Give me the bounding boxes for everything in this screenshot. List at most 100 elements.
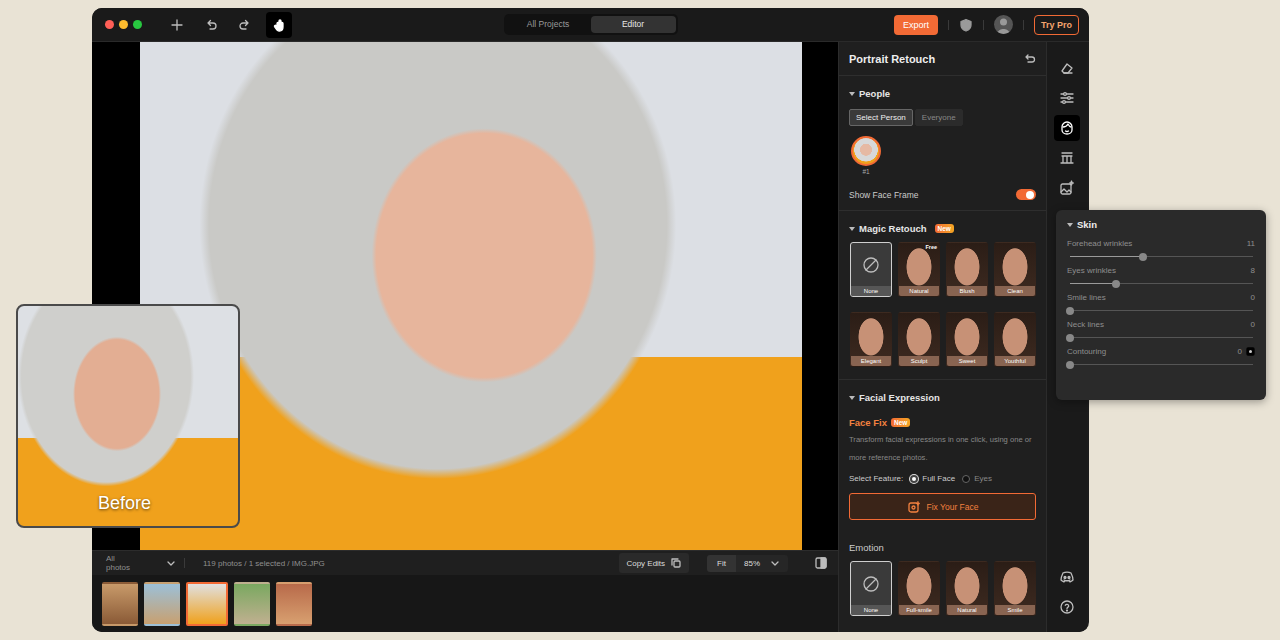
undo-icon[interactable] — [204, 18, 218, 32]
preset-card[interactable]: Natural — [946, 561, 988, 616]
eraser-icon[interactable] — [1059, 60, 1075, 76]
discord-button[interactable] — [1054, 564, 1080, 590]
zoom-button[interactable] — [133, 20, 142, 29]
adjust-sliders-icon[interactable] — [1059, 90, 1075, 106]
redo-button[interactable] — [232, 12, 258, 38]
undo-button[interactable] — [198, 12, 224, 38]
hand-button[interactable] — [266, 12, 292, 38]
slider-track[interactable] — [1070, 310, 1253, 311]
button-label[interactable]: Fix Your Face — [927, 502, 979, 512]
hand-icon[interactable] — [272, 18, 286, 32]
face-frame-toggle[interactable] — [1016, 189, 1036, 200]
rail-tool[interactable] — [1054, 55, 1080, 81]
section-header[interactable]: Skin — [1067, 219, 1255, 230]
zoom-value[interactable]: 85% — [744, 559, 760, 568]
preset-label[interactable]: None — [851, 286, 891, 296]
slider-track[interactable] — [1070, 337, 1253, 338]
compare-button[interactable] — [814, 556, 828, 570]
redo-icon[interactable] — [238, 18, 252, 32]
export-button[interactable]: Export — [894, 15, 938, 35]
rail-tool[interactable] — [1054, 175, 1080, 201]
add-button[interactable] — [164, 12, 190, 38]
help-icon[interactable] — [1059, 599, 1075, 615]
preset-label[interactable]: Youthful — [995, 356, 1035, 366]
preset-label[interactable]: Full-smile — [899, 605, 939, 615]
skin-title[interactable]: Skin — [1077, 219, 1097, 230]
tab-label[interactable]: All Projects — [527, 19, 570, 29]
filmstrip-thumbnail[interactable] — [234, 582, 270, 626]
filmstrip-thumbnail[interactable] — [276, 582, 312, 626]
preset-label[interactable]: Sculpt — [899, 356, 939, 366]
view-tab[interactable]: All Projects — [506, 16, 591, 33]
slider-thumb[interactable] — [1112, 280, 1120, 288]
preset-label[interactable]: Smile — [995, 605, 1035, 615]
try-pro-button[interactable]: Try Pro — [1034, 15, 1079, 35]
preset-label[interactable]: None — [851, 605, 891, 615]
close-button[interactable] — [105, 20, 114, 29]
section-title[interactable]: People — [859, 88, 890, 99]
slider-track[interactable] — [1070, 364, 1253, 365]
section-title[interactable]: Facial Expression — [859, 392, 940, 403]
preset-label[interactable]: Natural — [947, 605, 987, 615]
collapse-icon[interactable] — [849, 396, 855, 400]
filter-icon[interactable] — [1059, 150, 1075, 166]
section-title[interactable]: Magic Retouch — [859, 223, 927, 234]
people-mode-option[interactable]: Select Person — [849, 109, 913, 126]
preset-card[interactable]: None — [850, 242, 892, 297]
copy-edits-button[interactable]: Copy Edits — [619, 553, 689, 573]
preset-label[interactable]: Natural — [899, 286, 939, 296]
fit-button[interactable]: Fit — [707, 555, 736, 572]
filter-label[interactable]: All photos — [106, 554, 136, 572]
reset-icon[interactable] — [1023, 52, 1036, 64]
preset-label[interactable]: Blush — [947, 286, 987, 296]
rail-tool[interactable] — [1054, 85, 1080, 111]
contour-option-icon[interactable] — [1246, 347, 1255, 356]
tab-label[interactable]: Editor — [622, 19, 644, 29]
preset-label[interactable]: Elegant — [851, 356, 891, 366]
rail-tool[interactable] — [1054, 115, 1080, 141]
people-mode-option[interactable]: Everyone — [915, 109, 963, 126]
minimize-button[interactable] — [119, 20, 128, 29]
option-label[interactable]: Everyone — [922, 113, 956, 122]
radio-dot[interactable] — [910, 475, 918, 483]
account-avatar[interactable] — [994, 15, 1013, 34]
shield-icon[interactable] — [959, 18, 973, 32]
preset-card[interactable]: Youthful — [994, 312, 1036, 367]
preset-label[interactable]: Clean — [995, 286, 1035, 296]
view-tab[interactable]: Editor — [591, 16, 676, 33]
slider-track[interactable] — [1070, 256, 1253, 257]
radio-label[interactable]: Eyes — [974, 474, 992, 483]
image-enhance-icon[interactable] — [1059, 180, 1075, 196]
compare-icon[interactable] — [814, 556, 828, 570]
copy-icon[interactable] — [670, 557, 682, 569]
section-header[interactable]: Facial Expression — [849, 392, 1036, 403]
collapse-icon[interactable] — [849, 92, 855, 96]
preset-card[interactable]: FreeNatural — [898, 242, 940, 297]
preset-card[interactable]: Full-smile — [898, 561, 940, 616]
sparkle-icon[interactable] — [907, 500, 921, 514]
slider-track[interactable] — [1070, 283, 1253, 284]
slider-thumb[interactable] — [1066, 361, 1074, 369]
preset-card[interactable]: Smile — [994, 561, 1036, 616]
discord-icon[interactable] — [1059, 569, 1075, 585]
feature-radio[interactable]: Full Face — [910, 474, 955, 483]
chevron-down-icon[interactable] — [770, 559, 780, 567]
radio-dot[interactable] — [962, 475, 970, 483]
slider-thumb[interactable] — [1066, 334, 1074, 342]
user-icon[interactable] — [994, 15, 1013, 34]
preset-card[interactable]: Clean — [994, 242, 1036, 297]
filmstrip-thumbnail[interactable] — [102, 582, 138, 626]
person-avatar[interactable] — [851, 136, 881, 166]
option-label[interactable]: Select Person — [856, 113, 906, 122]
section-header[interactable]: Magic RetouchNew — [849, 223, 1036, 234]
copy-edits-label[interactable]: Copy Edits — [626, 559, 665, 568]
slider-thumb[interactable] — [1066, 307, 1074, 315]
photo-filter-dropdown[interactable]: All photos — [106, 554, 176, 572]
filmstrip-thumbnail[interactable] — [186, 582, 228, 626]
preset-card[interactable]: Sweet — [946, 312, 988, 367]
preset-card[interactable]: Sculpt — [898, 312, 940, 367]
face-retouch-icon[interactable] — [1059, 120, 1075, 136]
plus-icon[interactable] — [170, 18, 184, 32]
collapse-icon[interactable] — [849, 227, 855, 231]
preset-label[interactable]: Sweet — [947, 356, 987, 366]
